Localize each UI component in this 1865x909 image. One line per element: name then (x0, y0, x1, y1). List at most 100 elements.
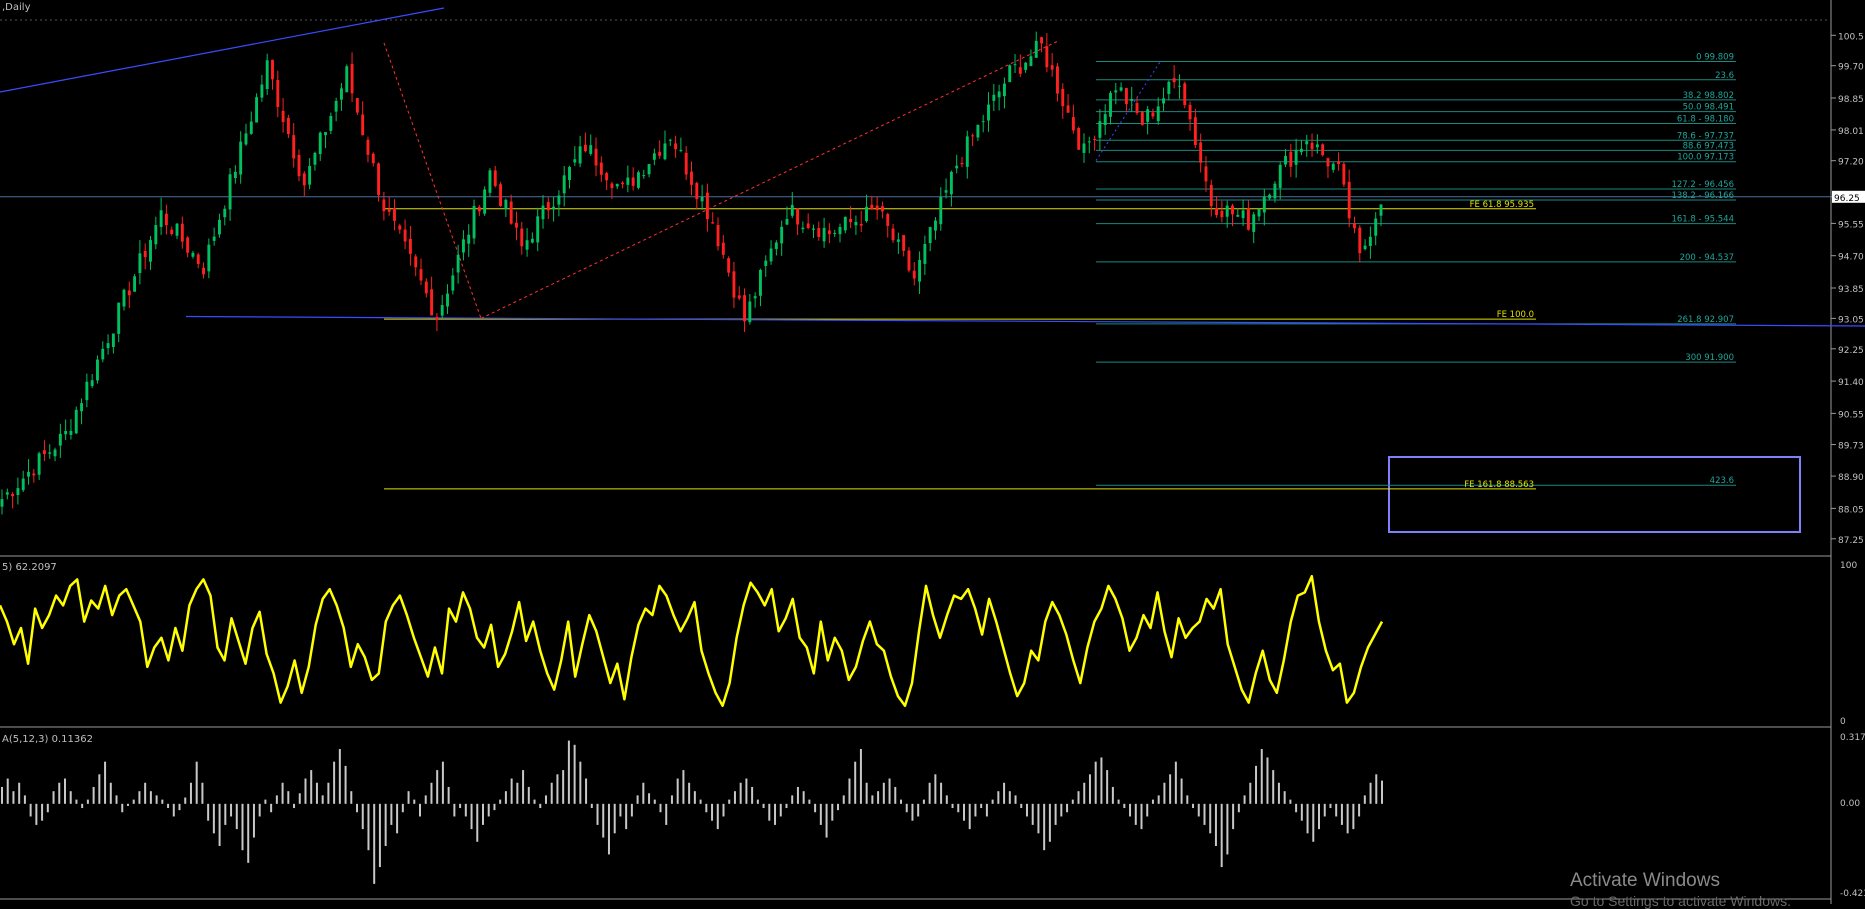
candle-body (1241, 210, 1245, 219)
candle-body (387, 209, 391, 212)
candle-body (838, 226, 842, 235)
candle-body (377, 163, 381, 195)
candle-body (1204, 166, 1208, 182)
fibo-level-label: 38.2 98.802 (1683, 91, 1734, 101)
candle-body (1050, 65, 1054, 70)
fe-level-label: FE 100.0 (1497, 310, 1534, 320)
fibo-level-label: 0 99.809 (1696, 53, 1734, 63)
candle-body (207, 244, 211, 272)
candle-body (96, 359, 99, 381)
fibo-level-label: 200 - 94.537 (1680, 253, 1734, 263)
candle-body (286, 117, 290, 135)
candle-body (292, 135, 296, 159)
price-tick-label: 100.5 (1838, 32, 1864, 42)
candle-body (180, 223, 184, 242)
candle-body (32, 473, 36, 476)
candle-body (398, 225, 402, 230)
candle-body (58, 433, 62, 446)
candle-body (85, 381, 89, 401)
candle-body (854, 221, 858, 226)
candle-body (1363, 245, 1367, 250)
candle-body (955, 165, 959, 169)
candle-body (530, 238, 534, 243)
candle-body (721, 242, 725, 255)
candle-body (265, 60, 269, 90)
candle-body (324, 132, 327, 136)
candle-body (880, 206, 884, 212)
candle-body (679, 149, 683, 151)
candle-body (69, 430, 73, 435)
price-tick-label: 92.25 (1838, 346, 1864, 356)
candle-body (202, 267, 205, 275)
hist-axis-top: 0.317 (1840, 733, 1865, 743)
candle-body (594, 148, 598, 166)
oscillator-title: 5) 62.2097 (2, 562, 57, 573)
candle-body (408, 238, 412, 254)
candle-body (350, 63, 354, 94)
fibo-level-label: 300 91.900 (1685, 353, 1734, 363)
candle-body (1082, 143, 1086, 153)
candle-body (960, 163, 964, 165)
candle-body (138, 253, 142, 274)
candle-body (907, 250, 911, 271)
candle-body (764, 260, 768, 266)
candle-body (562, 175, 566, 194)
candle-body (302, 173, 306, 186)
candle-body (1124, 88, 1128, 104)
candle-body (1114, 90, 1118, 93)
candle-body (642, 175, 646, 177)
current-price-label: 96.25 (1834, 194, 1860, 204)
candle-body (695, 182, 699, 200)
candle-body (175, 223, 179, 236)
candle-body (483, 189, 487, 214)
candle-body (1109, 92, 1112, 117)
price-tick-label: 97.20 (1838, 158, 1864, 168)
candle-body (833, 232, 837, 234)
candle-body (355, 98, 359, 113)
candle-body (599, 162, 603, 175)
candle-body (281, 110, 285, 122)
candle-body (1209, 184, 1213, 207)
price-tick-label: 88.90 (1838, 473, 1864, 483)
candle-body (896, 239, 900, 242)
price-tick-label: 95.55 (1838, 220, 1864, 230)
candle-body (1342, 163, 1346, 185)
osc-axis-top: 100 (1840, 561, 1857, 571)
candle-body (583, 144, 587, 152)
candle-body (414, 256, 418, 268)
candle-body (164, 213, 168, 226)
price-tick-label: 89.73 (1838, 442, 1864, 452)
candle-body (1368, 236, 1372, 246)
candle-body (1151, 112, 1155, 117)
candle-body (111, 333, 115, 347)
candle-body (886, 214, 890, 226)
candle-body (1379, 204, 1383, 216)
candle-body (785, 218, 789, 225)
candle-body (170, 229, 174, 235)
candle-body (711, 222, 715, 224)
price-tick-label: 91.40 (1838, 378, 1864, 388)
candle-body (461, 239, 465, 253)
candle-body (918, 260, 922, 282)
candle-body (5, 492, 9, 495)
candle-body (16, 488, 20, 496)
candle-body (965, 136, 969, 167)
trading-chart[interactable]: ,Daily 5) 62.2097 A(5,12,3) 0.11362 100 … (0, 0, 1865, 904)
candle-body (758, 269, 762, 296)
candle-body (1029, 56, 1033, 67)
price-tick-label: 94.70 (1838, 253, 1864, 263)
candle-body (499, 184, 503, 207)
candle-body (674, 143, 678, 150)
candle-body (74, 409, 78, 434)
candle-body (509, 201, 513, 224)
candle-body (971, 135, 975, 137)
candle-body (663, 143, 667, 160)
candle-body (1087, 141, 1091, 143)
candle-body (1103, 114, 1107, 126)
candle-body (313, 152, 317, 165)
candle-body (727, 258, 731, 273)
candle-body (647, 164, 651, 175)
candle-body (626, 177, 630, 185)
candle-body (1268, 194, 1272, 199)
candle-body (806, 223, 810, 229)
